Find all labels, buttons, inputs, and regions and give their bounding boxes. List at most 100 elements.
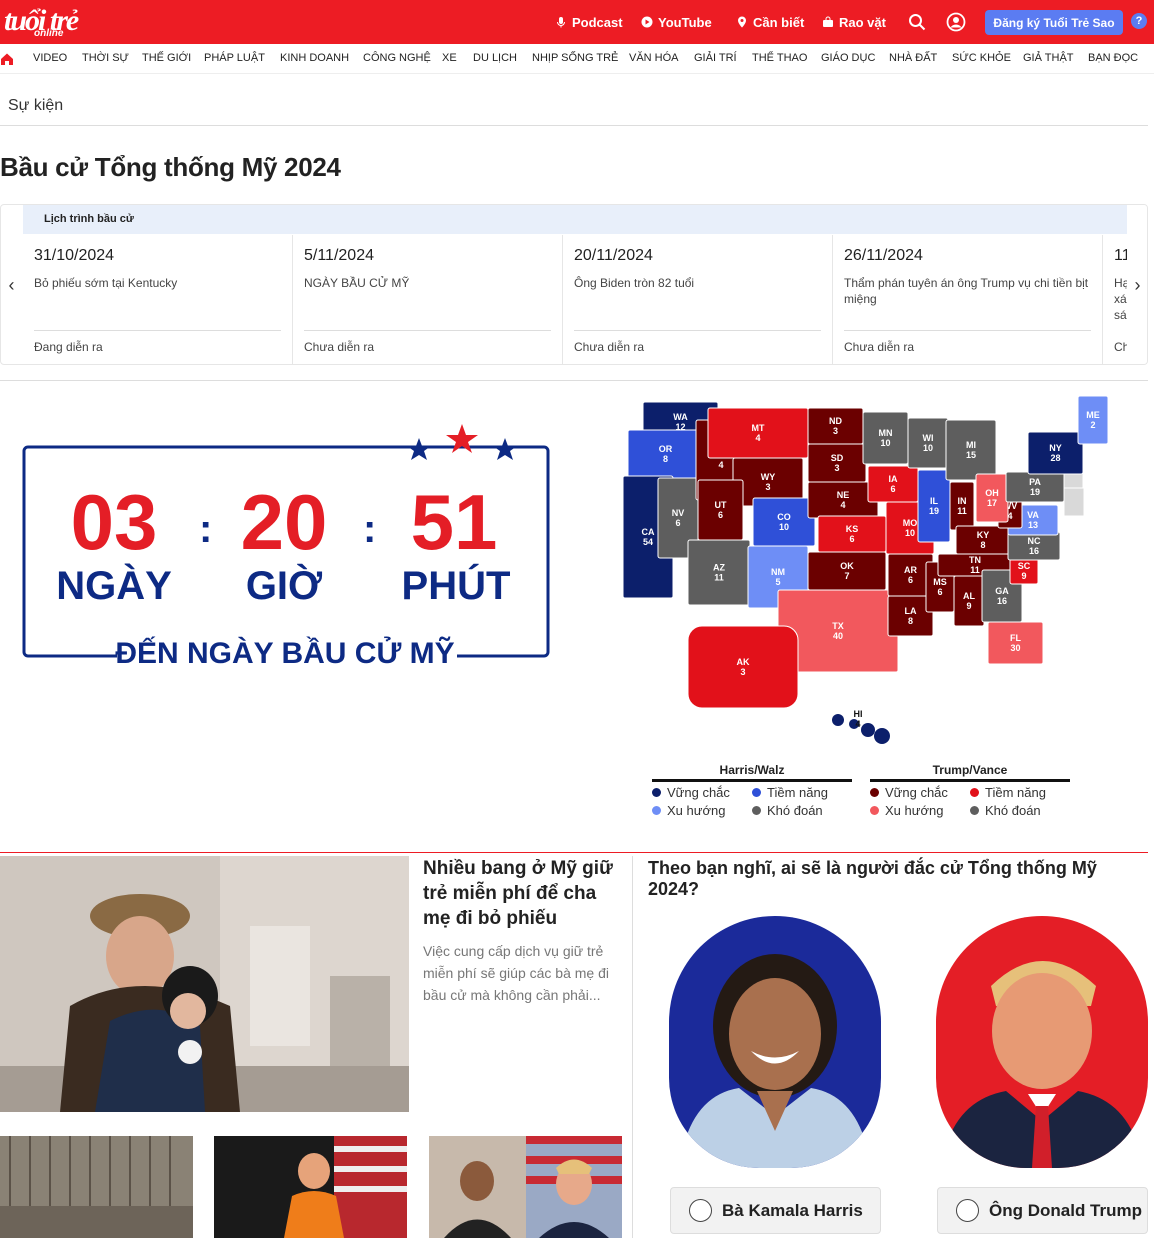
state-electoral-votes-label: 3: [765, 482, 770, 492]
harris-photo: [679, 954, 871, 1168]
nav-item-xe[interactable]: XE: [442, 52, 457, 64]
nav-item-phap-luat[interactable]: PHÁP LUẬT: [204, 52, 265, 64]
nav-item-cong-nghe[interactable]: CÔNG NGHỆ: [363, 52, 431, 64]
thumbnail-photo: [429, 1136, 622, 1238]
schedule-card[interactable]: 11 Hạ xá sá Ch: [1103, 235, 1127, 364]
site-logo[interactable]: tuổi trẻ online: [4, 4, 104, 40]
poll-option-harris[interactable]: Bà Kamala Harris: [670, 1187, 881, 1234]
shop-bag-icon: [823, 16, 833, 27]
poll-option-trump[interactable]: Ông Donald Trump: [937, 1187, 1148, 1234]
legend-trump-title: Trump/Vance: [932, 763, 1008, 777]
legend-label: Vững chắc: [885, 785, 948, 800]
state-electoral-votes-label: 10: [923, 443, 933, 453]
countdown-widget: 03 NGÀY : 20 GIỜ : 51 PHÚT ĐẾN NGÀY BẦU …: [22, 422, 552, 682]
section-label[interactable]: Sự kiện: [8, 97, 63, 115]
home-icon[interactable]: [0, 52, 14, 66]
nav-item-nhip-song-tre[interactable]: NHỊP SỐNG TRẺ: [532, 52, 618, 64]
article-title[interactable]: Nhiều bang ở Mỹ giữ trẻ miễn phí để cha …: [423, 856, 623, 931]
legend-dot: [752, 806, 761, 815]
state-electoral-votes-label: 19: [929, 506, 939, 516]
rao-vat-link[interactable]: Rao vặt: [822, 14, 886, 30]
event-desc: Thẩm phán tuyên án ông Trump vụ chi tiền…: [844, 276, 1089, 306]
state-code-label: MN: [879, 428, 893, 438]
article-image[interactable]: [0, 856, 409, 1112]
nav-item-the-thao[interactable]: THỂ THAO: [752, 52, 807, 64]
state-code-label: IN: [958, 496, 967, 506]
nav-item-du-lich[interactable]: DU LỊCH: [473, 52, 517, 64]
register-tuoitre-sao-button[interactable]: Đăng ký Tuổi Trẻ Sao: [985, 10, 1123, 35]
event-status: Chưa diễn ra: [574, 340, 645, 354]
star-icon: [446, 424, 478, 453]
event-desc: Hạ xá sá: [1114, 276, 1127, 322]
rao-vat-label: Rao vặt: [839, 14, 886, 30]
state-electoral-votes-label: 17: [987, 498, 997, 508]
legend-item: Khó đoán: [752, 803, 823, 818]
nav-item-nha-dat[interactable]: NHÀ ĐẤT: [889, 52, 937, 64]
chevron-left-icon[interactable]: ‹: [1, 205, 22, 364]
nav-item-suc-khoe[interactable]: SỨC KHỎE: [952, 52, 1011, 64]
countdown-days-label: NGÀY: [56, 564, 172, 608]
state-electoral-votes-label: 2: [1090, 420, 1095, 430]
legend-label: Tiềm năng: [767, 785, 828, 800]
schedule-card[interactable]: 31/10/2024 Bỏ phiếu sớm tại Kentucky Đan…: [23, 235, 293, 364]
legend-harris-title: Harris/Walz: [719, 763, 785, 777]
podcast-link[interactable]: Podcast: [555, 14, 623, 30]
state-code-label: KS: [846, 524, 859, 534]
state-code-label: CA: [642, 527, 655, 537]
state-code-label: MS: [933, 577, 947, 587]
state-code-label: OR: [659, 444, 673, 454]
state-electoral-votes-label: 19: [1030, 487, 1040, 497]
nav-item-gia-that[interactable]: GIẢ THẬT: [1023, 52, 1074, 64]
state-electoral-votes-label: 3: [740, 667, 745, 677]
event-status: Ch: [1114, 340, 1127, 354]
radio-button[interactable]: [956, 1199, 979, 1222]
schedule-card[interactable]: 26/11/2024 Thẩm phán tuyên án ông Trump …: [833, 235, 1103, 364]
nav-item-video[interactable]: VIDEO: [33, 52, 67, 64]
state-code-label: NE: [837, 490, 850, 500]
nav-item-giao-duc[interactable]: GIÁO DỤC: [821, 52, 875, 64]
state-electoral-votes-label: 7: [844, 571, 849, 581]
nav-item-ban-doc[interactable]: BẠN ĐỌC: [1088, 52, 1138, 64]
nav-item-thoi-su[interactable]: THỜI SỰ: [82, 52, 129, 64]
thumbnail-image[interactable]: [429, 1136, 622, 1238]
thumbnail-image[interactable]: [0, 1136, 193, 1238]
schedule-card[interactable]: 20/11/2024 Ông Biden tròn 82 tuổi Chưa d…: [563, 235, 833, 364]
legend-label: Vững chắc: [667, 785, 730, 800]
state-code-label: UT: [715, 500, 727, 510]
state-electoral-votes-label: 11: [714, 573, 724, 583]
article-photo: [0, 856, 409, 1112]
legend-bar: [870, 779, 1070, 782]
state-electoral-votes-label: 9: [1021, 571, 1026, 581]
help-icon[interactable]: ?: [1131, 13, 1147, 29]
thumbnail-image[interactable]: [214, 1136, 407, 1238]
state-code-label: SD: [831, 453, 844, 463]
state-electoral-votes-label: 16: [997, 596, 1007, 606]
state-electoral-votes-label: 6: [908, 575, 913, 585]
can-biet-link[interactable]: Cần biết: [736, 14, 804, 30]
search-icon[interactable]: [908, 13, 926, 31]
state-shape-hi-island: [874, 728, 890, 744]
state-shape-hi-island: [861, 723, 875, 737]
schedule-card[interactable]: 5/11/2024 NGÀY BẦU CỬ MỸ Chưa diễn ra: [293, 235, 563, 364]
legend-item: Vững chắc: [870, 785, 948, 800]
youtube-link[interactable]: YouTube: [641, 14, 712, 30]
state-electoral-votes-label: 4: [840, 500, 845, 510]
nav-item-kinh-doanh[interactable]: KINH DOANH: [280, 52, 349, 64]
legend-trump: Trump/Vance: [870, 763, 1070, 786]
logo-sub-text: online: [34, 28, 64, 39]
state-code-label: KY: [977, 530, 990, 540]
nav-item-van-hoa[interactable]: VĂN HÓA: [629, 52, 679, 64]
countdown-minutes: 51: [410, 478, 498, 566]
user-account-icon[interactable]: [946, 12, 966, 32]
state-electoral-votes-label: 10: [905, 528, 915, 538]
countdown-days: 03: [70, 478, 158, 566]
state-electoral-votes-label: 3: [833, 426, 838, 436]
chevron-right-icon[interactable]: ›: [1127, 205, 1147, 364]
nav-item-the-gioi[interactable]: THẾ GIỚI: [142, 52, 191, 64]
state-code-label: SC: [1018, 561, 1031, 571]
nav-item-giai-tri[interactable]: GIẢI TRÍ: [694, 52, 737, 64]
legend-dot: [652, 788, 661, 797]
radio-button[interactable]: [689, 1199, 712, 1222]
legend-item: Xu hướng: [652, 803, 725, 818]
legend-item: Vững chắc: [652, 785, 730, 800]
